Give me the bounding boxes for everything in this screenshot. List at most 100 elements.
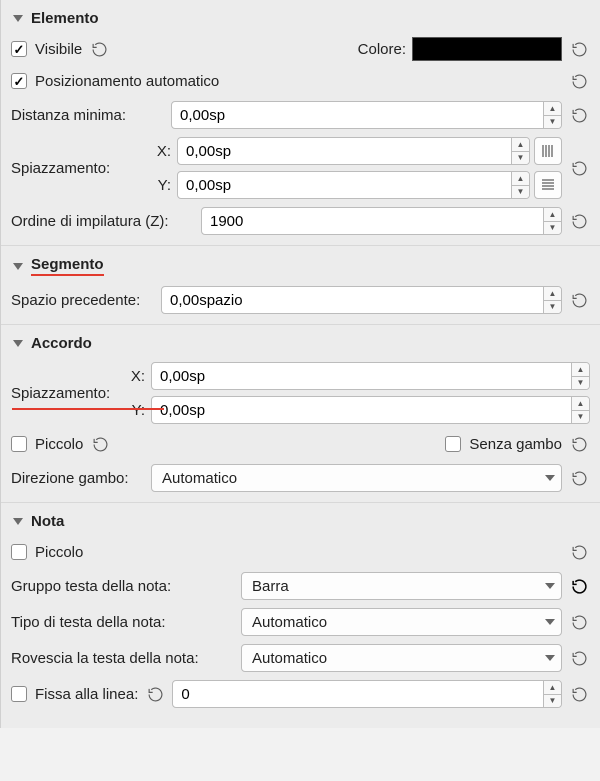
y-spinbox[interactable]: ▲▼: [177, 171, 530, 199]
rovescia-value: Automatico: [252, 650, 545, 667]
reset-icon[interactable]: [568, 575, 590, 597]
y-label: Y:: [121, 402, 145, 419]
accordo-x-spinbox[interactable]: ▲▼: [151, 362, 590, 390]
snap-horizontal-button[interactable]: [534, 171, 562, 199]
spin-down-icon[interactable]: ▼: [544, 222, 561, 235]
accordo-x-input[interactable]: [152, 363, 571, 389]
section-title: Elemento: [31, 10, 99, 27]
disclosure-icon: [13, 340, 23, 347]
reset-icon[interactable]: [568, 683, 590, 705]
nota-piccolo-label: Piccolo: [35, 544, 83, 561]
fissa-label: Fissa alla linea:: [35, 686, 138, 703]
spin-down-icon[interactable]: ▼: [512, 152, 529, 165]
spin-up-icon[interactable]: ▲: [544, 102, 561, 116]
reset-icon[interactable]: [568, 38, 590, 60]
tipo-label: Tipo di testa della nota:: [11, 614, 241, 631]
rovescia-label: Rovescia la testa della nota:: [11, 650, 241, 667]
ordine-input[interactable]: [202, 208, 543, 234]
reset-icon[interactable]: [568, 433, 590, 455]
reset-icon[interactable]: [88, 38, 110, 60]
annotation-underline: [12, 408, 164, 410]
disclosure-icon: [13, 15, 23, 22]
fissa-spinbox[interactable]: ▲▼: [172, 680, 562, 708]
spin-up-icon[interactable]: ▲: [544, 681, 561, 695]
spin-up-icon[interactable]: ▲: [512, 172, 529, 186]
rovescia-combo[interactable]: Automatico: [241, 644, 562, 672]
reset-icon[interactable]: [144, 683, 166, 705]
spin-down-icon[interactable]: ▼: [512, 186, 529, 199]
spin-down-icon[interactable]: ▼: [572, 411, 589, 424]
section-header-accordo[interactable]: Accordo: [11, 329, 590, 358]
disclosure-icon: [13, 518, 23, 525]
y-input[interactable]: [178, 172, 511, 198]
spin-up-icon[interactable]: ▲: [544, 287, 561, 301]
tipo-combo[interactable]: Automatico: [241, 608, 562, 636]
section-title: Accordo: [31, 335, 92, 352]
spazio-spinbox[interactable]: ▲▼: [161, 286, 562, 314]
ordine-spinbox[interactable]: ▲▼: [201, 207, 562, 235]
nota-piccolo-checkbox[interactable]: [11, 544, 27, 560]
x-label: X:: [121, 368, 145, 385]
piccolo-label: Piccolo: [35, 436, 83, 453]
senza-gambo-checkbox[interactable]: [445, 436, 461, 452]
reset-icon[interactable]: [568, 70, 590, 92]
reset-icon[interactable]: [568, 210, 590, 232]
visibile-checkbox[interactable]: [11, 41, 27, 57]
section-accordo: Accordo Spiazzamento: X: ▲▼ Y: ▲▼: [1, 325, 600, 503]
section-header-nota[interactable]: Nota: [11, 507, 590, 536]
section-title: Nota: [31, 513, 64, 530]
distanza-spinbox[interactable]: ▲▼: [171, 101, 562, 129]
colore-label: Colore:: [358, 41, 406, 58]
section-header-segmento[interactable]: Segmento: [11, 250, 590, 282]
gruppo-combo[interactable]: Barra: [241, 572, 562, 600]
chevron-down-icon: [545, 655, 555, 661]
gruppo-label: Gruppo testa della nota:: [11, 578, 241, 595]
fissa-checkbox[interactable]: [11, 686, 27, 702]
visibile-label: Visibile: [35, 41, 82, 58]
reset-icon[interactable]: [89, 433, 111, 455]
accordo-y-input[interactable]: [152, 397, 571, 423]
spin-up-icon[interactable]: ▲: [544, 208, 561, 222]
direzione-combo[interactable]: Automatico: [151, 464, 562, 492]
distanza-label: Distanza minima:: [11, 107, 171, 124]
section-title: Segmento: [31, 256, 104, 276]
section-elemento: Elemento Visibile Colore: Posizionamento…: [1, 0, 600, 246]
chevron-down-icon: [545, 475, 555, 481]
posizionamento-checkbox[interactable]: [11, 73, 27, 89]
x-input[interactable]: [178, 138, 511, 164]
fissa-input[interactable]: [173, 681, 543, 707]
spin-up-icon[interactable]: ▲: [572, 397, 589, 411]
spin-down-icon[interactable]: ▼: [544, 116, 561, 129]
spiazzamento-label: Spiazzamento:: [11, 160, 147, 177]
x-spinbox[interactable]: ▲▼: [177, 137, 530, 165]
posizionamento-label: Posizionamento automatico: [35, 73, 219, 90]
spazio-input[interactable]: [162, 287, 543, 313]
reset-icon[interactable]: [568, 611, 590, 633]
chevron-down-icon: [545, 619, 555, 625]
spin-down-icon[interactable]: ▼: [572, 377, 589, 390]
reset-icon[interactable]: [568, 541, 590, 563]
distanza-input[interactable]: [172, 102, 543, 128]
y-label: Y:: [147, 177, 171, 194]
spin-down-icon[interactable]: ▼: [544, 695, 561, 708]
x-label: X:: [147, 143, 171, 160]
spin-up-icon[interactable]: ▲: [512, 138, 529, 152]
section-header-elemento[interactable]: Elemento: [11, 4, 590, 33]
disclosure-icon: [13, 263, 23, 270]
spin-up-icon[interactable]: ▲: [572, 363, 589, 377]
reset-icon[interactable]: [568, 157, 590, 179]
piccolo-checkbox[interactable]: [11, 436, 27, 452]
spin-down-icon[interactable]: ▼: [544, 301, 561, 314]
reset-icon[interactable]: [568, 467, 590, 489]
senza-gambo-label: Senza gambo: [469, 436, 562, 453]
gruppo-value: Barra: [252, 578, 545, 595]
chevron-down-icon: [545, 583, 555, 589]
colore-swatch[interactable]: [412, 37, 562, 61]
snap-vertical-button[interactable]: [534, 137, 562, 165]
accordo-y-spinbox[interactable]: ▲▼: [151, 396, 590, 424]
section-segmento: Segmento Spazio precedente: ▲▼: [1, 246, 600, 325]
reset-icon[interactable]: [568, 289, 590, 311]
ordine-label: Ordine di impilatura (Z):: [11, 213, 201, 230]
reset-icon[interactable]: [568, 647, 590, 669]
reset-icon[interactable]: [568, 104, 590, 126]
